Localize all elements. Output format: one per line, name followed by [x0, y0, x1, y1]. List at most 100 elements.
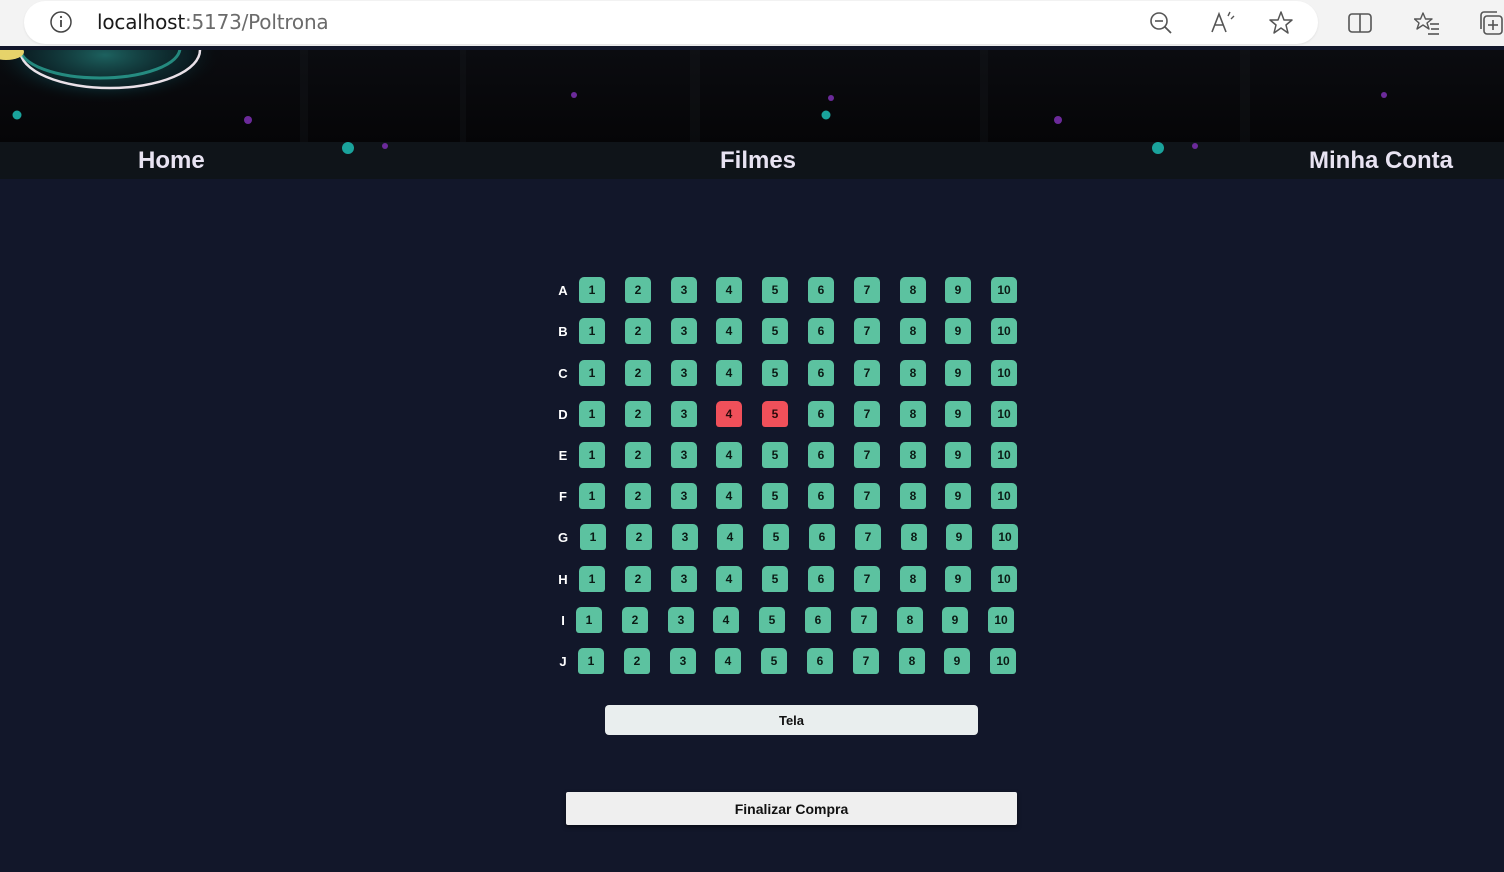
- seat-G8[interactable]: 8: [901, 524, 927, 550]
- seat-B10[interactable]: 10: [991, 318, 1017, 344]
- seat-H3[interactable]: 3: [671, 566, 697, 592]
- seat-H9[interactable]: 9: [945, 566, 971, 592]
- seat-D8[interactable]: 8: [900, 401, 926, 427]
- seat-B9[interactable]: 9: [945, 318, 971, 344]
- seat-J1[interactable]: 1: [578, 648, 604, 674]
- seat-I7[interactable]: 7: [851, 607, 877, 633]
- seat-A4[interactable]: 4: [716, 277, 742, 303]
- seat-A3[interactable]: 3: [671, 277, 697, 303]
- seat-J3[interactable]: 3: [670, 648, 696, 674]
- seat-B1[interactable]: 1: [579, 318, 605, 344]
- seat-G7[interactable]: 7: [855, 524, 881, 550]
- seat-C1[interactable]: 1: [579, 360, 605, 386]
- seat-B6[interactable]: 6: [808, 318, 834, 344]
- seat-D5[interactable]: 5: [762, 401, 788, 427]
- split-screen-icon[interactable]: [1347, 10, 1373, 36]
- seat-E9[interactable]: 9: [945, 442, 971, 468]
- seat-G2[interactable]: 2: [626, 524, 652, 550]
- seat-B3[interactable]: 3: [671, 318, 697, 344]
- seat-J9[interactable]: 9: [944, 648, 970, 674]
- seat-G3[interactable]: 3: [672, 524, 698, 550]
- seat-D3[interactable]: 3: [671, 401, 697, 427]
- seat-D6[interactable]: 6: [808, 401, 834, 427]
- seat-F1[interactable]: 1: [579, 483, 605, 509]
- seat-E3[interactable]: 3: [671, 442, 697, 468]
- site-info-icon[interactable]: [50, 11, 72, 33]
- seat-D4[interactable]: 4: [716, 401, 742, 427]
- seat-I2[interactable]: 2: [622, 607, 648, 633]
- seat-I5[interactable]: 5: [759, 607, 785, 633]
- seat-G4[interactable]: 4: [717, 524, 743, 550]
- seat-D9[interactable]: 9: [945, 401, 971, 427]
- seat-F4[interactable]: 4: [716, 483, 742, 509]
- seat-B5[interactable]: 5: [762, 318, 788, 344]
- seat-D10[interactable]: 10: [991, 401, 1017, 427]
- seat-A5[interactable]: 5: [762, 277, 788, 303]
- seat-A6[interactable]: 6: [808, 277, 834, 303]
- seat-H4[interactable]: 4: [716, 566, 742, 592]
- seat-C9[interactable]: 9: [945, 360, 971, 386]
- seat-D7[interactable]: 7: [854, 401, 880, 427]
- seat-H6[interactable]: 6: [808, 566, 834, 592]
- seat-C3[interactable]: 3: [671, 360, 697, 386]
- seat-E7[interactable]: 7: [854, 442, 880, 468]
- seat-J10[interactable]: 10: [990, 648, 1016, 674]
- seat-E5[interactable]: 5: [762, 442, 788, 468]
- seat-A1[interactable]: 1: [579, 277, 605, 303]
- seat-E8[interactable]: 8: [900, 442, 926, 468]
- seat-I9[interactable]: 9: [942, 607, 968, 633]
- seat-E6[interactable]: 6: [808, 442, 834, 468]
- seat-E1[interactable]: 1: [579, 442, 605, 468]
- seat-I1[interactable]: 1: [576, 607, 602, 633]
- seat-G9[interactable]: 9: [946, 524, 972, 550]
- seat-G6[interactable]: 6: [809, 524, 835, 550]
- seat-B7[interactable]: 7: [854, 318, 880, 344]
- seat-F10[interactable]: 10: [991, 483, 1017, 509]
- seat-G5[interactable]: 5: [763, 524, 789, 550]
- seat-A10[interactable]: 10: [991, 277, 1017, 303]
- read-aloud-icon[interactable]: [1209, 10, 1235, 36]
- seat-C6[interactable]: 6: [808, 360, 834, 386]
- seat-J2[interactable]: 2: [624, 648, 650, 674]
- collections-icon[interactable]: [1478, 10, 1504, 36]
- seat-D2[interactable]: 2: [625, 401, 651, 427]
- seat-C4[interactable]: 4: [716, 360, 742, 386]
- seat-A2[interactable]: 2: [625, 277, 651, 303]
- seat-C10[interactable]: 10: [991, 360, 1017, 386]
- seat-B2[interactable]: 2: [625, 318, 651, 344]
- zoom-out-icon[interactable]: [1148, 10, 1174, 36]
- seat-E2[interactable]: 2: [625, 442, 651, 468]
- seat-H10[interactable]: 10: [991, 566, 1017, 592]
- seat-B4[interactable]: 4: [716, 318, 742, 344]
- seat-A9[interactable]: 9: [945, 277, 971, 303]
- seat-I10[interactable]: 10: [988, 607, 1014, 633]
- seat-J4[interactable]: 4: [715, 648, 741, 674]
- seat-A8[interactable]: 8: [900, 277, 926, 303]
- seat-G1[interactable]: 1: [580, 524, 606, 550]
- seat-C2[interactable]: 2: [625, 360, 651, 386]
- seat-J5[interactable]: 5: [761, 648, 787, 674]
- url-text[interactable]: localhost:5173/Poltrona: [97, 10, 329, 34]
- seat-D1[interactable]: 1: [579, 401, 605, 427]
- seat-H1[interactable]: 1: [579, 566, 605, 592]
- seat-H2[interactable]: 2: [625, 566, 651, 592]
- seat-J8[interactable]: 8: [899, 648, 925, 674]
- seat-C5[interactable]: 5: [762, 360, 788, 386]
- seat-I6[interactable]: 6: [805, 607, 831, 633]
- seat-C8[interactable]: 8: [900, 360, 926, 386]
- seat-F5[interactable]: 5: [762, 483, 788, 509]
- seat-B8[interactable]: 8: [900, 318, 926, 344]
- seat-E4[interactable]: 4: [716, 442, 742, 468]
- seat-H8[interactable]: 8: [900, 566, 926, 592]
- seat-H7[interactable]: 7: [854, 566, 880, 592]
- seat-G10[interactable]: 10: [992, 524, 1018, 550]
- seat-F9[interactable]: 9: [945, 483, 971, 509]
- seat-E10[interactable]: 10: [991, 442, 1017, 468]
- seat-A7[interactable]: 7: [854, 277, 880, 303]
- seat-F2[interactable]: 2: [625, 483, 651, 509]
- seat-I8[interactable]: 8: [897, 607, 923, 633]
- seat-I4[interactable]: 4: [713, 607, 739, 633]
- seat-F3[interactable]: 3: [671, 483, 697, 509]
- seat-F6[interactable]: 6: [808, 483, 834, 509]
- seat-I3[interactable]: 3: [668, 607, 694, 633]
